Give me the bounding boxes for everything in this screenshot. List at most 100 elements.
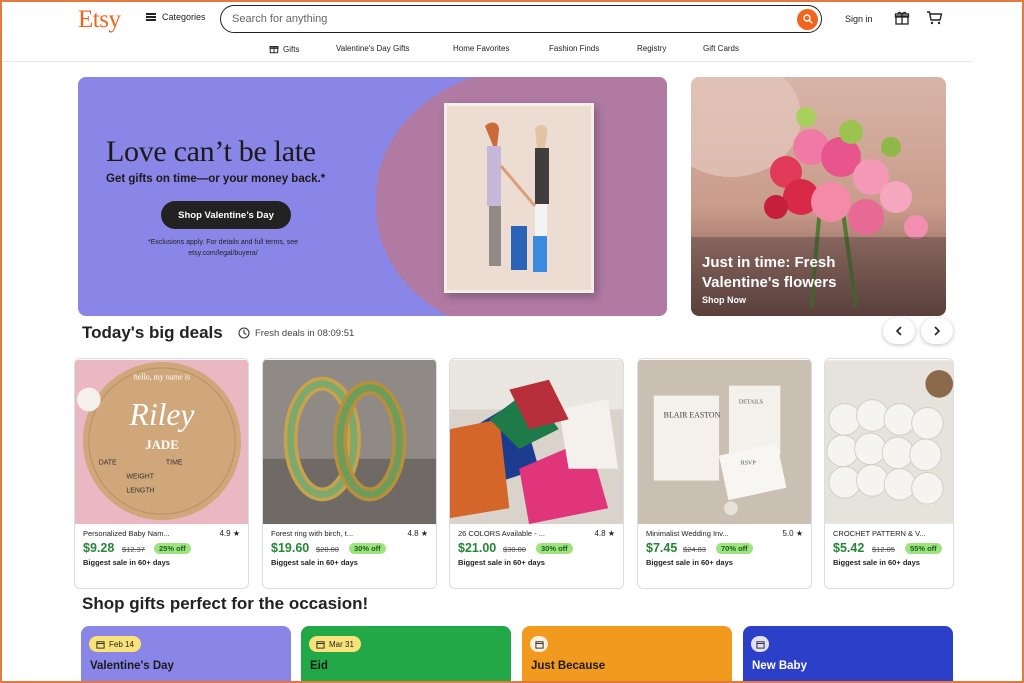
deal-rating: 5.0 ★ [782, 529, 803, 538]
deal-image-wedding-invite: BLAIR EASTON DETAILS RSVP [638, 359, 811, 525]
deal-discount-badge: 25% off [154, 543, 191, 554]
flowers-title: Just in time: Fresh Valentine's flowers [702, 254, 837, 291]
calendar-icon [316, 640, 325, 649]
deal-name: Personalized Baby Nam... [83, 529, 170, 538]
deal-price: $19.60 [271, 541, 310, 555]
deal-sale-note: Biggest sale in 60+ days [646, 558, 733, 567]
search-bar [220, 5, 822, 33]
occasion-card-eid[interactable]: Mar 31 Eid [301, 626, 511, 681]
deal-original-price: $12.05 [872, 545, 895, 554]
category-nav: Gifts Valentine's Day Gifts Home Favorit… [2, 40, 1022, 60]
header: Etsy Categories Sign in [2, 2, 1022, 36]
deal-original-price: $28.00 [316, 545, 339, 554]
categories-label: Categories [162, 12, 206, 22]
deal-card[interactable]: Forest ring with birch, t... 4.8 ★ $19.6… [262, 358, 437, 589]
svg-text:BLAIR EASTON: BLAIR EASTON [664, 410, 721, 419]
occasion-card-valentines[interactable]: Feb 14 Valentine's Day [81, 626, 291, 681]
svg-text:hello, my name is: hello, my name is [134, 373, 190, 382]
deal-sale-note: Biggest sale in 60+ days [271, 558, 358, 567]
calendar-icon [755, 640, 765, 649]
deal-card[interactable]: BLAIR EASTON DETAILS RSVP Minimalist Wed… [637, 358, 812, 589]
deal-price: $7.45 [646, 541, 678, 555]
deal-price: $21.00 [458, 541, 497, 555]
svg-text:Riley: Riley [129, 397, 196, 432]
etsy-logo[interactable]: Etsy [78, 6, 121, 34]
deals-timer-text: Fresh deals in 08:09:51 [255, 327, 355, 339]
deal-rating: 4.8 ★ [407, 529, 428, 538]
nav-item-valentines[interactable]: Valentine's Day Gifts [336, 44, 409, 53]
nav-item-registry[interactable]: Registry [637, 44, 666, 53]
deal-sale-note: Biggest sale in 60+ days [833, 558, 920, 567]
deal-discount-badge: 30% off [536, 543, 573, 554]
search-input[interactable] [232, 11, 792, 27]
nav-item-fashion-finds[interactable]: Fashion Finds [549, 44, 599, 53]
deals-title: Today's big deals [82, 323, 223, 342]
occasion-card-just-because[interactable]: Just Because [522, 626, 732, 681]
svg-text:JADE: JADE [145, 438, 179, 452]
gift-icon[interactable] [894, 10, 910, 31]
page-frame: Etsy Categories Sign in [0, 0, 1024, 683]
deal-name: CROCHET PATTERN & V... [833, 529, 926, 538]
occasion-label: Eid [310, 660, 328, 672]
clock-icon [238, 327, 250, 339]
deal-original-price: $24.83 [683, 545, 706, 554]
search-button[interactable] [797, 8, 818, 30]
sign-in-link[interactable]: Sign in [845, 14, 873, 24]
deal-discount-badge: 30% off [349, 543, 386, 554]
deal-sale-note: Biggest sale in 60+ days [458, 558, 545, 567]
hero-banner[interactable]: Love can’t be late Get gifts on time—or … [78, 77, 667, 316]
nav-item-gifts[interactable]: Gifts [269, 44, 299, 54]
svg-text:TIME: TIME [166, 460, 183, 467]
hero-fine-print: *Exclusions apply. For details and full … [147, 239, 299, 257]
flowers-promo-card[interactable]: Just in time: Fresh Valentine's flowers … [691, 77, 946, 316]
deal-price: $5.42 [833, 541, 865, 555]
chevron-right-icon [934, 326, 941, 336]
svg-text:DETAILS: DETAILS [739, 399, 763, 405]
deal-rating: 4.9 ★ [219, 529, 240, 538]
chevron-left-icon [895, 326, 902, 336]
shop-valentines-button[interactable]: Shop Valentine’s Day [161, 201, 291, 229]
gift-icon [269, 46, 279, 54]
deal-image-crochet [825, 360, 953, 524]
deals-timer: Fresh deals in 08:09:51 [238, 327, 354, 339]
hero-title: Love can’t be late [106, 135, 316, 168]
deal-original-price: $30.00 [503, 545, 526, 554]
deal-image-rings [263, 359, 436, 525]
svg-text:DATE: DATE [99, 460, 117, 467]
deal-image-baby-sign: hello, my name is Riley JADE DATE TIME W… [75, 359, 248, 525]
deal-card[interactable]: 26 COLORS Available - ... 4.8 ★ $21.00 $… [449, 358, 624, 589]
occasion-label: Just Because [531, 660, 606, 672]
cart-icon[interactable] [926, 10, 943, 31]
shop-now-link[interactable]: Shop Now [702, 295, 746, 305]
nav-item-gift-cards[interactable]: Gift Cards [703, 44, 739, 53]
occasion-label: New Baby [752, 660, 807, 672]
occasion-date-badge: Feb 14 [89, 636, 141, 652]
deal-image-pillows [450, 359, 623, 525]
calendar-icon [96, 640, 105, 649]
svg-text:WEIGHT: WEIGHT [126, 474, 154, 481]
deal-card[interactable]: CROCHET PATTERN & V... $5.42 $12.05 55% … [824, 358, 954, 589]
deal-price: $9.28 [83, 541, 115, 555]
occasion-date-badge [751, 636, 769, 652]
deal-original-price: $12.37 [122, 545, 145, 554]
deals-prev-button[interactable] [883, 318, 915, 344]
categories-button[interactable]: Categories [146, 12, 206, 22]
occasion-card-new-baby[interactable]: New Baby [743, 626, 953, 681]
deal-name: Minimalist Wedding Inv... [646, 529, 729, 538]
occasion-date-badge: Mar 31 [309, 636, 361, 652]
occasion-label: Valentine's Day [90, 660, 174, 672]
menu-icon [146, 13, 156, 21]
deal-name: 26 COLORS Available - ... [458, 529, 545, 538]
deal-sale-note: Biggest sale in 60+ days [83, 558, 170, 567]
search-icon [802, 14, 813, 24]
calendar-icon [534, 640, 544, 649]
nav-label: Gifts [283, 44, 300, 54]
deal-card[interactable]: hello, my name is Riley JADE DATE TIME W… [74, 358, 249, 589]
occasion-date: Feb 14 [109, 639, 134, 649]
nav-item-home-favorites[interactable]: Home Favorites [453, 44, 509, 53]
deals-next-button[interactable] [921, 318, 953, 344]
svg-text:RSVP: RSVP [741, 461, 757, 467]
occasions-title: Shop gifts perfect for the occasion! [82, 594, 369, 613]
deal-discount-badge: 55% off [905, 543, 942, 554]
deal-rating: 4.8 ★ [594, 529, 615, 538]
